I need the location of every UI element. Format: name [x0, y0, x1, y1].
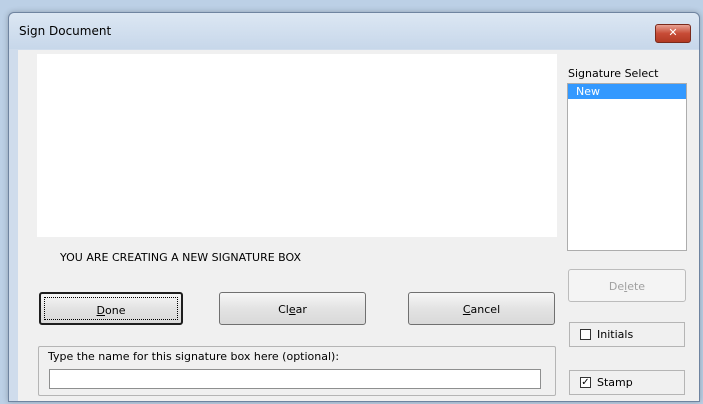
signature-select-label: Signature Select	[568, 67, 659, 80]
stamp-option[interactable]: ✓ Stamp	[569, 370, 685, 395]
done-button[interactable]: Done	[39, 292, 183, 325]
list-item[interactable]: New	[568, 84, 686, 99]
initials-label: Initials	[597, 328, 634, 341]
title-bar[interactable]: Sign Document ✕	[9, 13, 699, 49]
delete-label-pre: De	[608, 280, 625, 293]
initials-option[interactable]: Initials	[569, 322, 685, 347]
clear-button[interactable]: Clear	[219, 292, 366, 325]
clear-label-post: ar	[295, 303, 307, 316]
name-groupbox: Type the name for this signature box her…	[38, 346, 556, 396]
check-mark-icon: ✓	[581, 377, 590, 388]
close-button[interactable]: ✕	[655, 24, 691, 43]
name-field-label: Type the name for this signature box her…	[48, 350, 340, 363]
clear-label-pre: Cl	[278, 303, 289, 316]
focus-rect	[44, 297, 178, 320]
stamp-label: Stamp	[597, 376, 633, 389]
cancel-label-post: ancel	[470, 303, 501, 316]
delete-button[interactable]: Delete	[568, 269, 686, 302]
dialog-body: YOU ARE CREATING A NEW SIGNATURE BOX Sig…	[18, 50, 699, 401]
cancel-button[interactable]: Cancel	[408, 292, 555, 325]
window-title: Sign Document	[19, 24, 112, 38]
sign-document-dialog: Sign Document ✕ YOU ARE CREATING A NEW S…	[8, 12, 700, 402]
signature-canvas[interactable]	[37, 54, 557, 237]
close-icon: ✕	[668, 26, 678, 39]
status-message: YOU ARE CREATING A NEW SIGNATURE BOX	[60, 251, 302, 264]
initials-checkbox[interactable]	[580, 329, 591, 340]
cancel-mnemonic: C	[462, 303, 471, 316]
delete-label-post: ete	[627, 280, 646, 293]
stamp-checkbox[interactable]: ✓	[580, 377, 591, 388]
signature-name-input[interactable]	[49, 369, 541, 389]
signature-select-list[interactable]: New	[567, 83, 687, 251]
clear-mnemonic: e	[288, 303, 296, 316]
